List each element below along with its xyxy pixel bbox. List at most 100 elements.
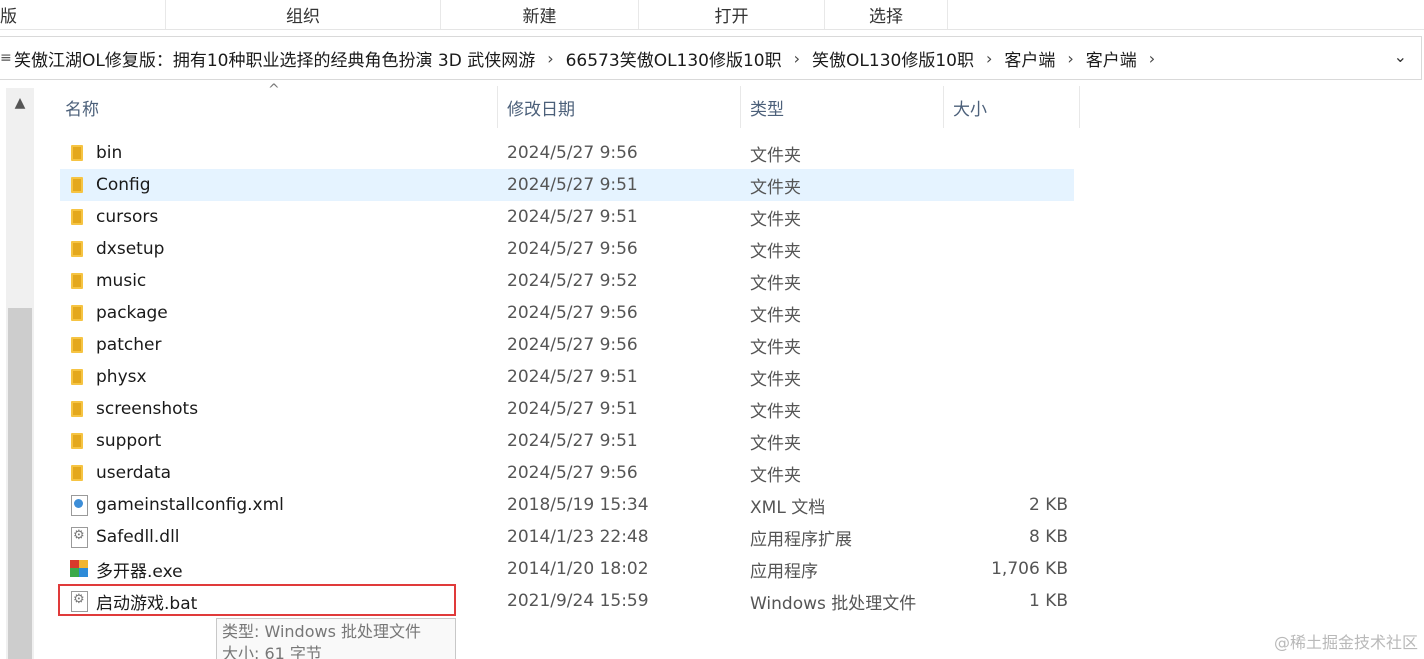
file-name: patcher [96, 335, 162, 355]
file-row[interactable]: package 2024/5/27 9:56 文件夹 [60, 297, 1074, 329]
breadcrumb: 笑傲江湖OL修复版：拥有10种职业选择的经典角色扮演 3D 武侠网游 › 665… [12, 46, 1165, 71]
file-type: 文件夹 [750, 465, 801, 486]
ribbon-group-select: 选择 [824, 0, 948, 29]
file-type: 应用程序扩展 [750, 529, 852, 550]
address-bar[interactable]: ≡ 笑傲江湖OL修复版：拥有10种职业选择的经典角色扮演 3D 武侠网游 › 6… [0, 36, 1422, 80]
file-name: physx [96, 367, 147, 387]
address-lead-icon: ≡ [0, 50, 12, 66]
file-name-cell[interactable]: Safedll.dll [60, 521, 500, 553]
file-row[interactable]: dxsetup 2024/5/27 9:56 文件夹 [60, 233, 1074, 265]
file-type: 文件夹 [750, 241, 801, 262]
file-name-cell[interactable]: bin [60, 137, 500, 169]
file-row-highlighted[interactable]: 启动游戏.bat 2021/9/24 15:59 Windows 批处理文件 1… [58, 584, 1074, 617]
file-type: 应用程序 [750, 561, 818, 582]
folder-icon [68, 302, 90, 324]
chevron-right-icon[interactable]: › [784, 49, 810, 68]
file-row[interactable]: gameinstallconfig.xml 2018/5/19 15:34 XM… [60, 489, 1074, 521]
file-name-cell[interactable]: cursors [60, 201, 500, 233]
file-type: 文件夹 [750, 145, 801, 166]
folder-icon [68, 174, 90, 196]
file-name-cell[interactable]: 多开器.exe [60, 553, 500, 585]
file-type: 文件夹 [750, 401, 801, 422]
vertical-scrollbar[interactable]: ▲ [6, 88, 34, 659]
file-row[interactable]: support 2024/5/27 9:51 文件夹 [60, 425, 1074, 457]
breadcrumb-item[interactable]: 66573笑傲OL130修版10职 [564, 46, 784, 71]
column-header-date[interactable]: 修改日期 [498, 86, 741, 128]
file-date: 2024/5/27 9:51 [507, 431, 638, 451]
file-name: 多开器.exe [96, 561, 183, 582]
file-type: Windows 批处理文件 [750, 593, 917, 614]
file-date: 2018/5/19 15:34 [507, 495, 649, 515]
file-list: bin 2024/5/27 9:56 文件夹 Config 2024/5/27 … [58, 137, 1074, 617]
chevron-right-icon[interactable]: › [1139, 49, 1165, 68]
file-name-cell[interactable]: userdata [60, 457, 500, 489]
file-row[interactable]: physx 2024/5/27 9:51 文件夹 [60, 361, 1074, 393]
file-name: screenshots [96, 399, 199, 419]
scroll-up-icon[interactable]: ▲ [6, 90, 34, 116]
file-name-cell[interactable]: patcher [60, 329, 500, 361]
file-name: dxsetup [96, 239, 165, 259]
file-size: 1 KB [1028, 591, 1068, 611]
file-type: XML 文档 [750, 497, 826, 518]
file-tooltip: 类型: Windows 批处理文件 大小: 61 字节 [216, 618, 456, 659]
folder-icon [68, 462, 90, 484]
file-row-selected[interactable]: Config 2024/5/27 9:51 文件夹 [60, 169, 1074, 201]
folder-icon [68, 398, 90, 420]
folder-icon [68, 334, 90, 356]
chevron-down-icon[interactable]: ⌄ [1394, 47, 1407, 66]
file-name-cell[interactable]: physx [60, 361, 500, 393]
file-type: 文件夹 [750, 369, 801, 390]
file-name-cell[interactable]: screenshots [60, 393, 500, 425]
file-row[interactable]: screenshots 2024/5/27 9:51 文件夹 [60, 393, 1074, 425]
file-name: Safedll.dll [96, 527, 180, 547]
file-size: 8 KB [1028, 527, 1068, 547]
chevron-right-icon[interactable]: › [537, 49, 563, 68]
scroll-thumb[interactable] [8, 308, 32, 659]
file-type: 文件夹 [750, 209, 801, 230]
file-date: 2024/5/27 9:56 [507, 335, 638, 355]
file-name: support [96, 431, 162, 451]
file-row[interactable]: 多开器.exe 2014/1/20 18:02 应用程序 1,706 KB [60, 553, 1074, 585]
file-row[interactable]: music 2024/5/27 9:52 文件夹 [60, 265, 1074, 297]
watermark: @稀土掘金技术社区 [1273, 633, 1418, 652]
column-header-size-label: 大小 [953, 99, 987, 120]
file-name-cell[interactable]: Config [60, 169, 500, 201]
breadcrumb-item[interactable]: 客户端 [1084, 46, 1139, 71]
file-name: Config [96, 175, 151, 195]
chevron-right-icon[interactable]: › [1057, 49, 1083, 68]
file-date: 2021/9/24 15:59 [507, 591, 649, 611]
file-name: bin [96, 143, 123, 163]
file-row[interactable]: cursors 2024/5/27 9:51 文件夹 [60, 201, 1074, 233]
file-name: 启动游戏.bat [96, 593, 198, 614]
file-date: 2024/5/27 9:52 [507, 271, 638, 291]
sort-ascending-icon: ^ [268, 82, 280, 98]
file-date: 2024/5/27 9:51 [507, 399, 638, 419]
ribbon: 版 组织 新建 打开 选择 [0, 0, 1424, 30]
file-row[interactable]: userdata 2024/5/27 9:56 文件夹 [60, 457, 1074, 489]
file-row[interactable]: Safedll.dll 2014/1/23 22:48 应用程序扩展 8 KB [60, 521, 1074, 553]
file-name: gameinstallconfig.xml [96, 495, 284, 515]
file-name: music [96, 271, 147, 291]
breadcrumb-item[interactable]: 客户端 [1002, 46, 1057, 71]
ribbon-group-new: 新建 [440, 0, 638, 29]
file-row[interactable]: patcher 2024/5/27 9:56 文件夹 [60, 329, 1074, 361]
ribbon-group-clipboard: 版 [0, 7, 17, 27]
file-date: 2024/5/27 9:56 [507, 463, 638, 483]
file-name-cell[interactable]: 启动游戏.bat [60, 585, 500, 617]
file-date: 2024/5/27 9:56 [507, 303, 638, 323]
file-name-cell[interactable]: music [60, 265, 500, 297]
column-header-size[interactable]: 大小 [944, 86, 1080, 128]
column-header-name-label: 名称 [65, 99, 99, 120]
breadcrumb-item[interactable]: 笑傲江湖OL修复版：拥有10种职业选择的经典角色扮演 3D 武侠网游 [12, 46, 537, 71]
file-row[interactable]: bin 2024/5/27 9:56 文件夹 [60, 137, 1074, 169]
file-name-cell[interactable]: gameinstallconfig.xml [60, 489, 500, 521]
file-date: 2024/5/27 9:51 [507, 207, 638, 227]
column-header-type[interactable]: 类型 [741, 86, 944, 128]
file-name-cell[interactable]: dxsetup [60, 233, 500, 265]
exe-app-icon [68, 558, 90, 580]
breadcrumb-item[interactable]: 笑傲OL130修版10职 [810, 46, 976, 71]
file-name-cell[interactable]: package [60, 297, 500, 329]
chevron-right-icon[interactable]: › [976, 49, 1002, 68]
file-date: 2014/1/20 18:02 [507, 559, 649, 579]
file-name-cell[interactable]: support [60, 425, 500, 457]
